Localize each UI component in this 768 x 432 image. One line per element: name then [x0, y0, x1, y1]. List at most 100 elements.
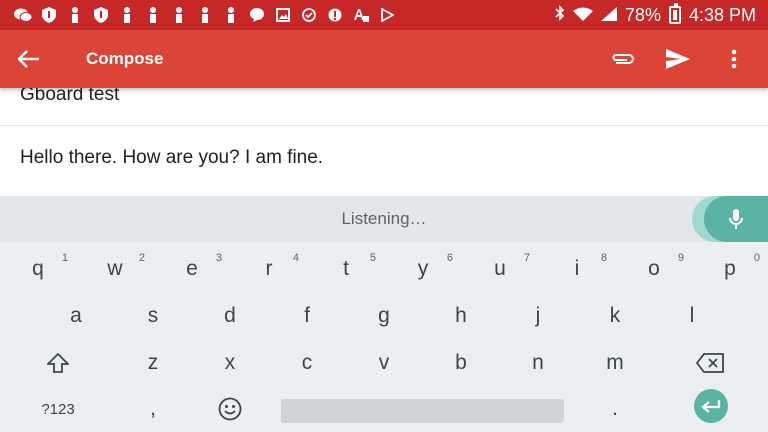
key-label: r: [265, 257, 273, 280]
key-g[interactable]: g: [346, 293, 422, 339]
paperclip-icon: [612, 54, 634, 64]
key-n[interactable]: n: [500, 340, 576, 386]
key-k[interactable]: k: [577, 293, 653, 339]
key-hint: 1: [61, 252, 68, 264]
person-icon: [114, 0, 140, 30]
status-bar: 78% 4:38 PM: [0, 0, 768, 30]
key-m[interactable]: m: [577, 340, 653, 386]
key-q[interactable]: q1: [0, 246, 76, 292]
key-i[interactable]: i8: [539, 246, 615, 292]
app-bar-actions: [594, 30, 762, 88]
key-label: i: [574, 257, 580, 280]
send-button[interactable]: [650, 30, 706, 88]
keyboard: Listening… q1 w2 e3 r4 t5 y6 u7 i8 o9 p0…: [0, 196, 768, 432]
person-icon: [166, 0, 192, 30]
key-label: q: [32, 257, 44, 280]
backspace-key[interactable]: [672, 340, 748, 386]
wechat-icon: [10, 0, 36, 30]
backspace-icon: [696, 353, 724, 373]
shift-icon: [47, 353, 69, 373]
clock: 4:38 PM: [688, 4, 756, 25]
battery-percent: 78%: [624, 4, 661, 25]
microphone-icon: [729, 209, 743, 229]
key-w[interactable]: w2: [77, 246, 153, 292]
more-options-button[interactable]: [706, 30, 762, 88]
check-circle-icon: [296, 0, 322, 30]
person-icon: [62, 0, 88, 30]
key-hint: 7: [523, 252, 530, 264]
key-hint: 8: [600, 252, 607, 264]
key-label: y: [417, 257, 429, 280]
shield-icon: [88, 0, 114, 30]
emoji-icon: [218, 397, 242, 421]
key-label: o: [648, 257, 660, 280]
send-icon: [666, 49, 690, 69]
notification-icons: [0, 0, 400, 30]
battery-icon: [668, 3, 681, 24]
key-z[interactable]: z: [115, 340, 191, 386]
page-title: Compose: [86, 49, 164, 68]
key-label: t: [343, 257, 349, 280]
key-a[interactable]: a: [38, 293, 114, 339]
person-icon: [218, 0, 244, 30]
key-s[interactable]: s: [115, 293, 191, 339]
key-hint: 3: [215, 252, 222, 264]
image-icon: [270, 0, 296, 30]
key-hint: 9: [677, 252, 684, 264]
key-hint: 5: [369, 252, 376, 264]
period-key[interactable]: .: [577, 386, 653, 432]
listening-status: Listening…: [341, 209, 427, 228]
key-y[interactable]: y6: [385, 246, 461, 292]
key-label: p: [724, 257, 736, 280]
suggestion-strip: Listening…: [0, 196, 768, 242]
attach-button[interactable]: [594, 30, 650, 88]
key-p[interactable]: p0: [692, 246, 768, 292]
system-status: 78% 4:38 PM: [555, 0, 756, 30]
chat-bubble-icon: [244, 0, 270, 30]
emoji-key[interactable]: [192, 386, 268, 432]
enter-key[interactable]: [694, 389, 728, 423]
key-b[interactable]: b: [423, 340, 499, 386]
key-d[interactable]: d: [192, 293, 268, 339]
app-bar: Compose: [0, 30, 768, 88]
key-v[interactable]: v: [346, 340, 422, 386]
shield-icon: [36, 0, 62, 30]
key-u[interactable]: u7: [462, 246, 538, 292]
key-hint: 4: [292, 252, 299, 264]
key-f[interactable]: f: [269, 293, 345, 339]
back-button[interactable]: [0, 30, 58, 88]
person-icon: [192, 0, 218, 30]
key-j[interactable]: j: [500, 293, 576, 339]
cell-signal-icon: [600, 5, 617, 26]
key-e[interactable]: e3: [154, 246, 230, 292]
comma-key[interactable]: ,: [115, 386, 191, 432]
spacebar[interactable]: [281, 399, 564, 423]
symbols-key[interactable]: ?123: [20, 386, 96, 432]
key-hint: 6: [446, 252, 453, 264]
mic-button[interactable]: [704, 196, 768, 242]
enter-icon: [701, 400, 721, 413]
key-t[interactable]: t5: [308, 246, 384, 292]
person-icon: [140, 0, 166, 30]
wifi-icon: [572, 5, 593, 26]
key-x[interactable]: x: [192, 340, 268, 386]
more-vert-icon: [731, 49, 737, 69]
shift-key[interactable]: [20, 340, 96, 386]
key-h[interactable]: h: [423, 293, 499, 339]
subject-field[interactable]: Gboard test: [0, 88, 768, 126]
key-hint: 2: [138, 252, 145, 264]
play-store-icon: [374, 0, 400, 30]
key-label: w: [107, 257, 123, 280]
key-l[interactable]: l: [654, 293, 730, 339]
subject-text: Gboard test: [20, 88, 120, 105]
body-field[interactable]: Hello there. How are you? I am fine.: [20, 147, 323, 169]
key-c[interactable]: c: [269, 340, 345, 386]
key-label: u: [494, 257, 506, 280]
back-arrow-icon: [18, 50, 39, 68]
bluetooth-icon: [555, 4, 565, 26]
a-lock-icon: [348, 0, 374, 30]
key-r[interactable]: r4: [231, 246, 307, 292]
key-label: e: [186, 257, 198, 280]
key-o[interactable]: o9: [616, 246, 692, 292]
info-circle-icon: [322, 0, 348, 30]
